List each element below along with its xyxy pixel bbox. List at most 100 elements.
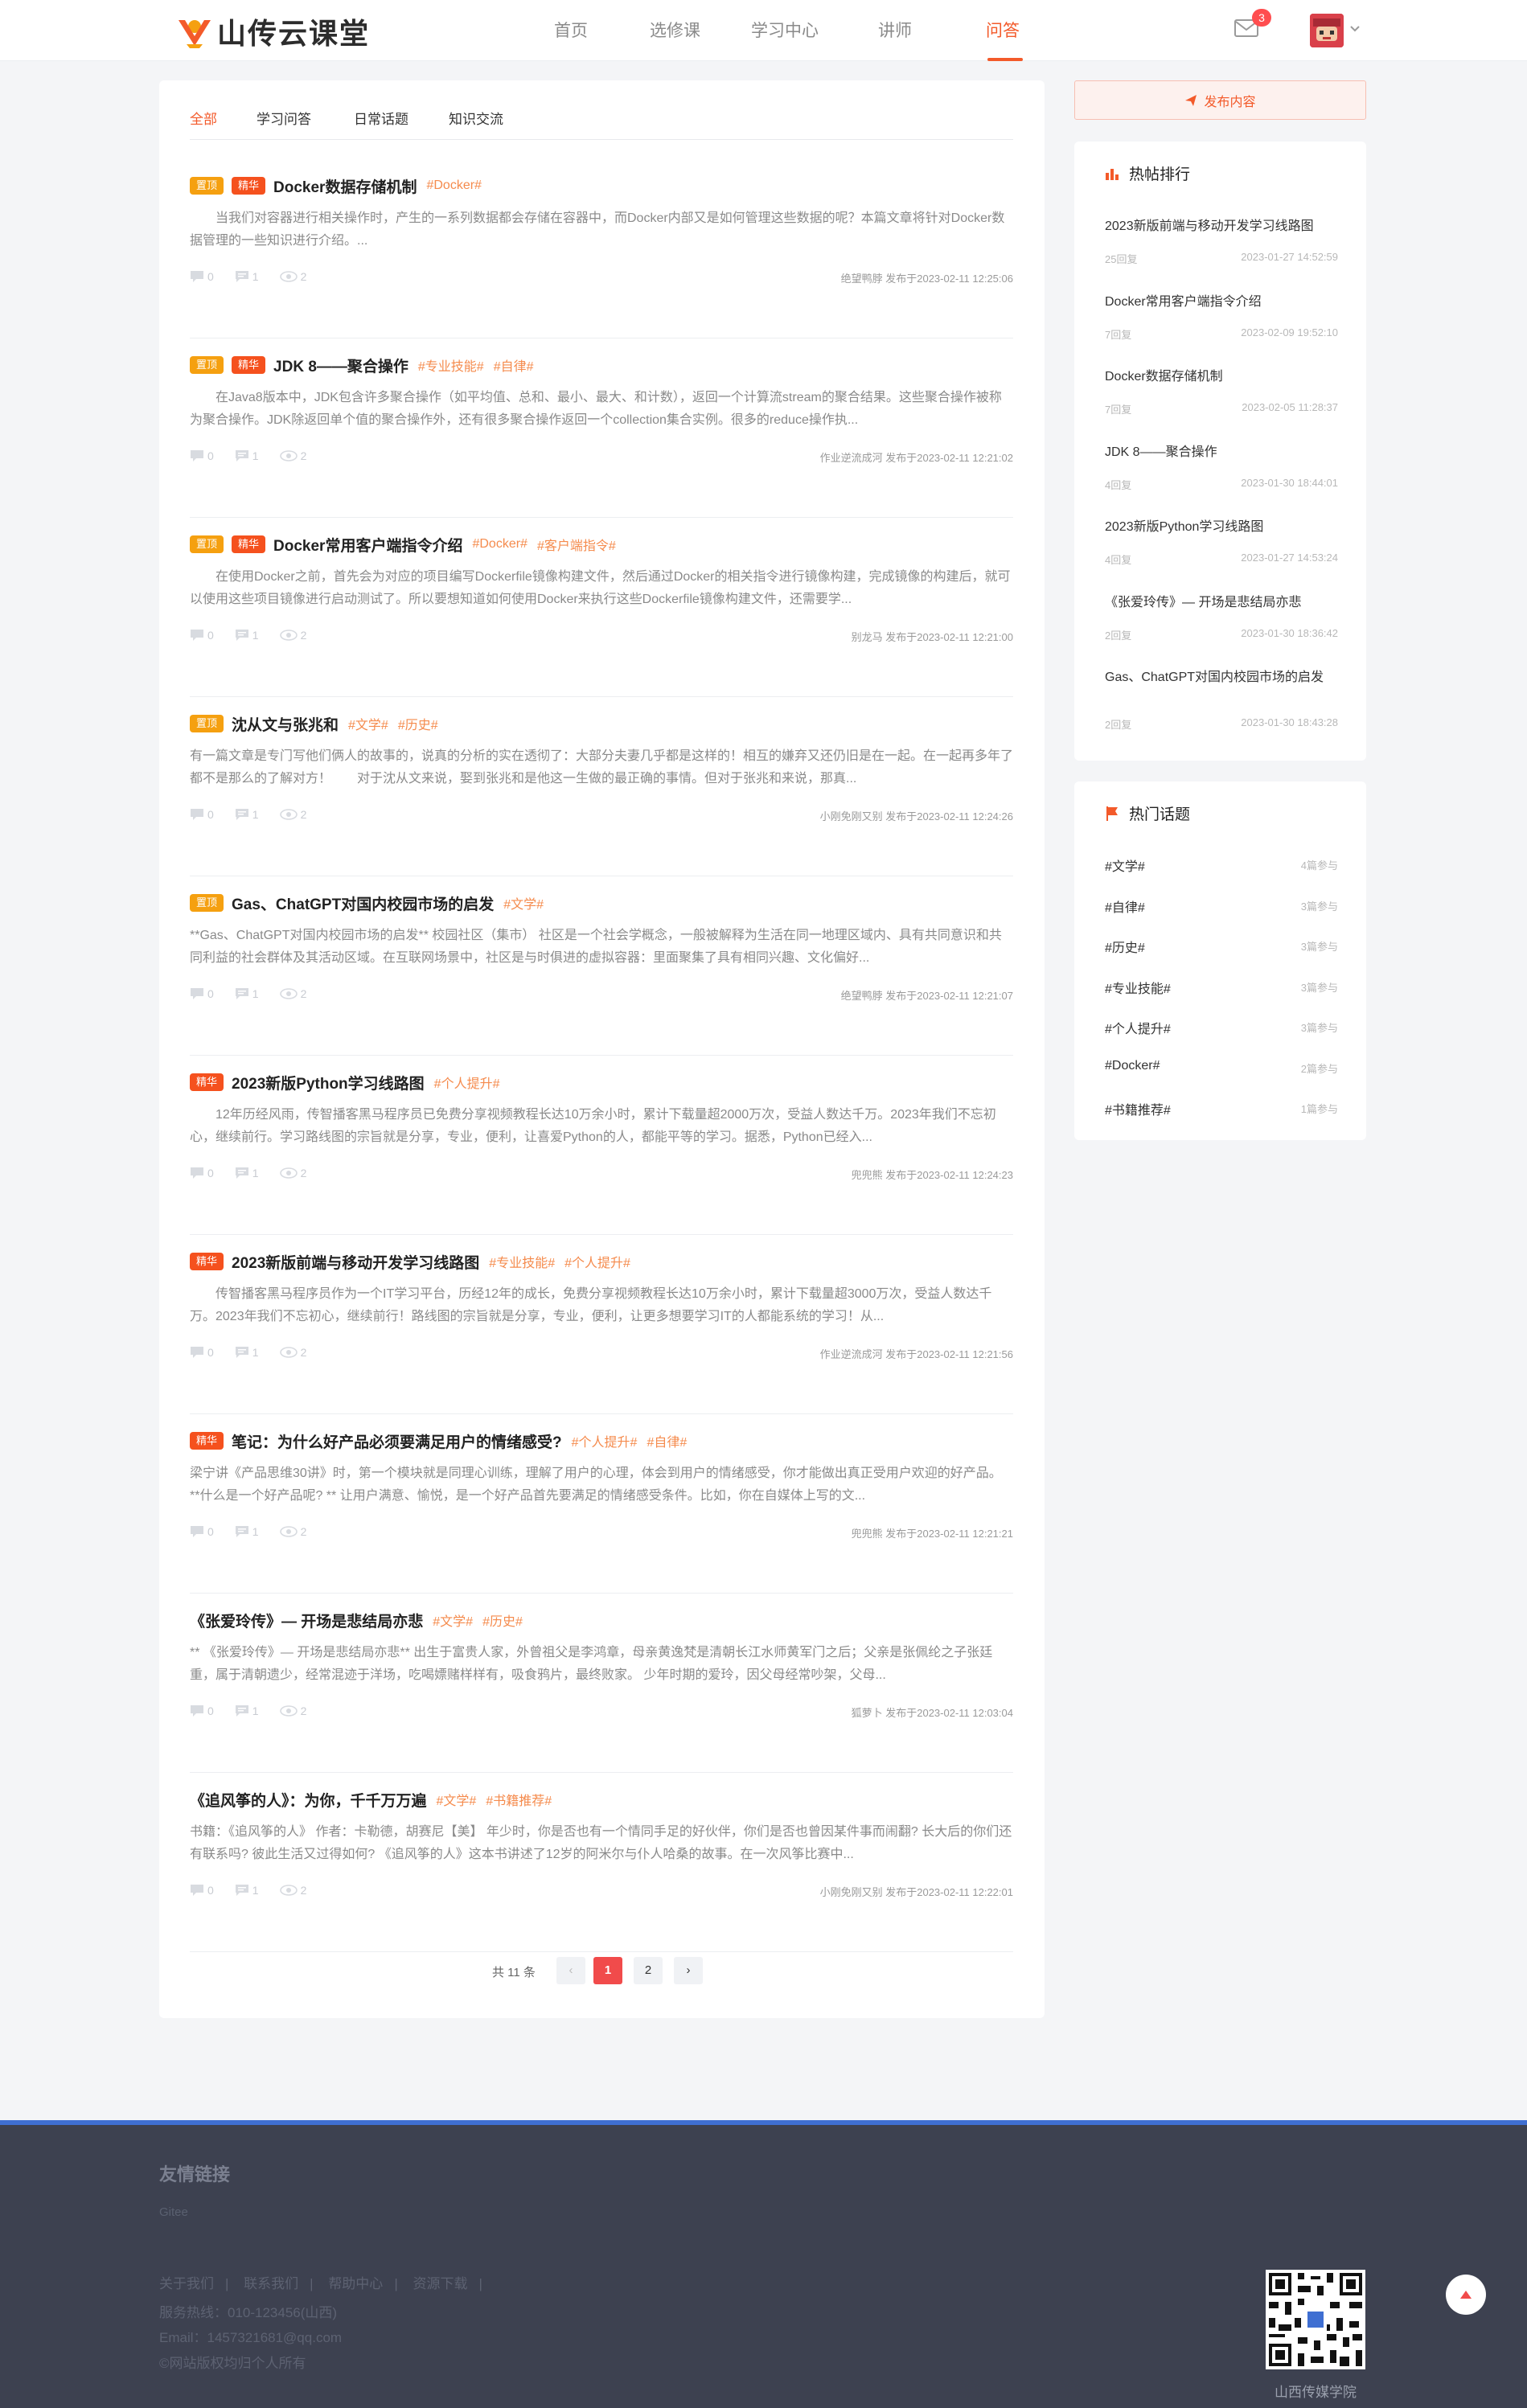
post-topic-link[interactable]: #文学# (437, 1790, 477, 1809)
post-topic-link[interactable]: #文学# (503, 893, 544, 913)
post-title[interactable]: 《追风筝的人》：为你，千千万万遍 (190, 1789, 427, 1811)
hot-topic-name[interactable]: #Docker# (1105, 1059, 1160, 1073)
post-title[interactable]: 笔记：为什么好产品必须要满足用户的情绪感受? (232, 1430, 562, 1452)
post-topic-link[interactable]: #历史# (482, 1610, 523, 1630)
hot-topic-item[interactable]: #个人提升# 3篇参与 (1105, 1018, 1338, 1037)
hot-topic-name[interactable]: #专业技能# (1105, 978, 1171, 997)
nav-learning-center[interactable]: 学习中心 (751, 18, 819, 42)
post-title[interactable]: 2023新版Python学习线路图 (232, 1072, 425, 1093)
user-avatar[interactable] (1310, 14, 1344, 47)
tab-daily-topics[interactable]: 日常话题 (354, 108, 408, 128)
post-item[interactable]: 精华 2023新版前端与移动开发学习线路图 #专业技能# #个人提升# 传智播客黑… (190, 1235, 1013, 1414)
post-item[interactable]: 置顶 沈从文与张兆和 #文学# #历史# 有一篇文章是专门写他们俩人的故事的，说真… (190, 697, 1013, 876)
comment-stat[interactable]: 0 (190, 1167, 214, 1179)
page-2-button[interactable]: 2 (634, 1957, 663, 1984)
reply-stat[interactable]: 1 (235, 1525, 259, 1538)
post-item[interactable]: 置顶 精华 Docker常用客户端指令介绍 #Docker# #客户端指令# 在使用… (190, 518, 1013, 697)
comment-stat[interactable]: 0 (190, 1704, 214, 1717)
hot-topic-item[interactable]: #Docker# 2篇参与 (1105, 1059, 1338, 1078)
hot-topic-item[interactable]: #历史# 3篇参与 (1105, 937, 1338, 956)
comment-stat[interactable]: 0 (190, 1525, 214, 1538)
post-topic-link[interactable]: #专业技能# (418, 355, 484, 375)
hot-topic-name[interactable]: #书籍推荐# (1105, 1099, 1171, 1118)
hot-post-item[interactable]: 《张爱玲传》— 开场是悲结局亦悲 2回复 2023-01-30 18:36:42 (1105, 593, 1338, 642)
nav-home[interactable]: 首页 (554, 18, 588, 42)
post-title[interactable]: Docker数据存储机制 (273, 175, 417, 197)
hot-post-item[interactable]: Gas、ChatGPT对国内校园市场的启发 2回复 2023-01-30 18:… (1105, 668, 1338, 731)
post-item[interactable]: 置顶 精华 JDK 8——聚合操作 #专业技能# #自律# 在Java8版本中，JD… (190, 338, 1013, 518)
hot-post-title[interactable]: Docker常用客户端指令介绍 (1105, 293, 1338, 312)
hot-post-title[interactable]: 《张爱玲传》— 开场是悲结局亦悲 (1105, 593, 1338, 613)
post-topic-link[interactable]: #Docker# (472, 537, 527, 552)
post-topic-link[interactable]: #个人提升# (564, 1252, 630, 1271)
post-topic-link[interactable]: #客户端指令# (537, 535, 616, 554)
reply-stat[interactable]: 1 (235, 449, 259, 462)
post-item[interactable]: 《张爱玲传》— 开场是悲结局亦悲 #文学# #历史# ** 《张爱玲传》— 开场是… (190, 1594, 1013, 1773)
reply-stat[interactable]: 1 (235, 270, 259, 283)
reply-stat[interactable]: 1 (235, 1167, 259, 1179)
back-to-top-button[interactable] (1446, 2275, 1486, 2315)
hot-post-title[interactable]: JDK 8——聚合操作 (1105, 443, 1338, 462)
hot-topic-name[interactable]: #个人提升# (1105, 1018, 1171, 1037)
comment-stat[interactable]: 0 (190, 1346, 214, 1359)
reply-stat[interactable]: 1 (235, 987, 259, 1000)
hot-post-item[interactable]: JDK 8——聚合操作 4回复 2023-01-30 18:44:01 (1105, 443, 1338, 491)
comment-stat[interactable]: 0 (190, 270, 214, 283)
post-topic-link[interactable]: #文学# (348, 714, 388, 733)
next-page-button[interactable]: › (674, 1957, 703, 1984)
reply-stat[interactable]: 1 (235, 1884, 259, 1897)
post-item[interactable]: 精华 笔记：为什么好产品必须要满足用户的情绪感受? #个人提升# #自律# 梁宁讲… (190, 1414, 1013, 1594)
post-title[interactable]: 《张爱玲传》— 开场是悲结局亦悲 (190, 1610, 423, 1631)
publish-button[interactable]: 发布内容 (1074, 80, 1366, 120)
post-topic-link[interactable]: #文学# (433, 1610, 473, 1630)
reply-stat[interactable]: 1 (235, 629, 259, 642)
post-item[interactable]: 《追风筝的人》：为你，千千万万遍 #文学# #书籍推荐# 书籍：《追风筝的人》 作… (190, 1773, 1013, 1952)
post-title[interactable]: Docker常用客户端指令介绍 (273, 534, 462, 556)
comment-stat[interactable]: 0 (190, 1884, 214, 1897)
post-topic-link[interactable]: #个人提升# (434, 1073, 500, 1092)
hot-post-title[interactable]: 2023新版Python学习线路图 (1105, 518, 1338, 537)
post-item[interactable]: 置顶 精华 Docker数据存储机制 #Docker# 当我们对容器进行相关操作时… (190, 159, 1013, 338)
site-logo[interactable]: 山传云课堂 (175, 14, 370, 51)
comment-stat[interactable]: 0 (190, 449, 214, 462)
nav-lecturers[interactable]: 讲师 (878, 18, 912, 42)
hot-topic-name[interactable]: #文学# (1105, 855, 1145, 875)
footer-link-download[interactable]: 资源下载 (413, 2276, 467, 2291)
footer-link-contact[interactable]: 联系我们 (244, 2276, 298, 2291)
hot-post-item[interactable]: Docker数据存储机制 7回复 2023-02-05 11:28:37 (1105, 367, 1338, 416)
hot-topic-item[interactable]: #自律# 3篇参与 (1105, 896, 1338, 916)
nav-qa[interactable]: 问答 (986, 18, 1020, 42)
tab-all[interactable]: 全部 (190, 108, 217, 128)
chevron-down-icon[interactable] (1349, 23, 1361, 34)
hot-topic-item[interactable]: #文学# 4篇参与 (1105, 855, 1338, 875)
hot-topic-item[interactable]: #专业技能# 3篇参与 (1105, 978, 1338, 997)
post-topic-link[interactable]: #历史# (398, 714, 438, 733)
hot-post-item[interactable]: Docker常用客户端指令介绍 7回复 2023-02-09 19:52:10 (1105, 293, 1338, 341)
reply-stat[interactable]: 1 (235, 1704, 259, 1717)
post-topic-link[interactable]: #个人提升# (572, 1431, 638, 1450)
nav-electives[interactable]: 选修课 (650, 18, 700, 42)
footer-link-help[interactable]: 帮助中心 (328, 2276, 383, 2291)
post-topic-link[interactable]: #书籍推荐# (486, 1790, 552, 1809)
post-item[interactable]: 置顶 Gas、ChatGPT对国内校园市场的启发 #文学# **Gas、Chat… (190, 876, 1013, 1056)
hot-post-title[interactable]: Docker数据存储机制 (1105, 367, 1338, 387)
hot-post-title[interactable]: 2023新版前端与移动开发学习线路图 (1105, 217, 1338, 236)
comment-stat[interactable]: 0 (190, 808, 214, 821)
hot-topic-item[interactable]: #书籍推荐# 1篇参与 (1105, 1099, 1338, 1118)
tab-knowledge[interactable]: 知识交流 (449, 108, 503, 128)
post-title[interactable]: 沈从文与张兆和 (232, 713, 339, 735)
hot-post-item[interactable]: 2023新版Python学习线路图 4回复 2023-01-27 14:53:2… (1105, 518, 1338, 566)
comment-stat[interactable]: 0 (190, 629, 214, 642)
footer-link-about[interactable]: 关于我们 (159, 2276, 214, 2291)
post-title[interactable]: 2023新版前端与移动开发学习线路图 (232, 1251, 479, 1273)
reply-stat[interactable]: 1 (235, 808, 259, 821)
hot-topic-name[interactable]: #历史# (1105, 937, 1145, 956)
reply-stat[interactable]: 1 (235, 1346, 259, 1359)
post-topic-link[interactable]: #Docker# (426, 178, 481, 193)
post-title[interactable]: Gas、ChatGPT对国内校园市场的启发 (232, 892, 494, 914)
hot-post-title[interactable]: Gas、ChatGPT对国内校园市场的启发 (1105, 668, 1338, 687)
post-item[interactable]: 精华 2023新版Python学习线路图 #个人提升# 12年历经风雨，传智播客… (190, 1056, 1013, 1235)
prev-page-button[interactable]: ‹ (556, 1957, 585, 1984)
comment-stat[interactable]: 0 (190, 987, 214, 1000)
hot-post-item[interactable]: 2023新版前端与移动开发学习线路图 25回复 2023-01-27 14:52… (1105, 217, 1338, 265)
